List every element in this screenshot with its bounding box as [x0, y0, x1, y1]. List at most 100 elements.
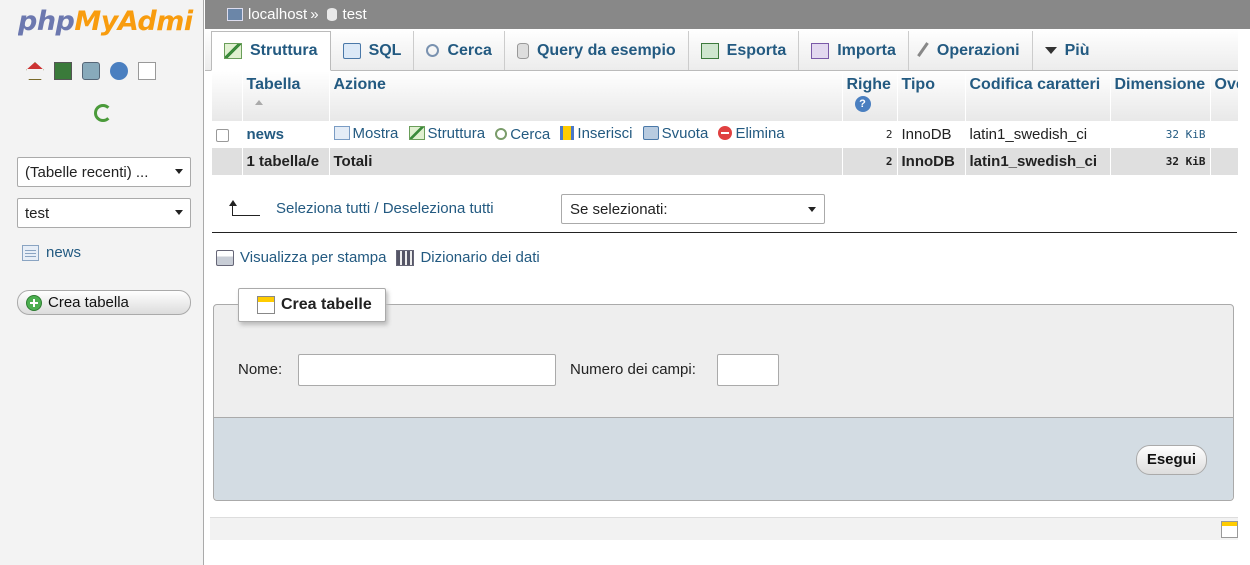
drop-icon: [718, 126, 733, 141]
nav-table-item-news[interactable]: news: [22, 244, 81, 261]
print-view-link[interactable]: Visualizza per stampa: [240, 249, 386, 266]
action-insert[interactable]: Inserisci: [560, 125, 632, 142]
action-structure[interactable]: Struttura: [408, 125, 485, 142]
navigation-panel: phpMyAdmi (Tabelle recenti) ... test new…: [0, 0, 204, 565]
phpmyadmin-logo[interactable]: phpMyAdmi: [18, 2, 204, 42]
action-browse[interactable]: Mostra: [333, 125, 398, 142]
header-tabella[interactable]: Tabella: [242, 71, 330, 121]
table-header-row: Tabella Azione Righe? Tipo Codifica cara…: [212, 71, 1250, 121]
database-select[interactable]: test: [17, 198, 191, 228]
header-codifica[interactable]: Codifica caratteri: [965, 71, 1111, 121]
row-checkbox[interactable]: [216, 128, 229, 142]
reload-icon[interactable]: [94, 104, 112, 122]
totals-type: InnoDB: [897, 148, 966, 175]
create-table-nav-button[interactable]: Crea tabella: [17, 290, 191, 315]
row-actions-cell: Mostra Struttura Cerca Inserisci Svuota …: [329, 121, 843, 148]
new-table-icon: [257, 296, 275, 314]
plus-icon: [26, 294, 42, 311]
recent-tables-select[interactable]: (Tabelle recenti) ...: [17, 157, 191, 187]
structure-icon: [408, 126, 425, 141]
chevron-down-icon: [1044, 47, 1057, 54]
data-dictionary-link[interactable]: Dizionario dei dati: [420, 249, 539, 266]
totals-count: 1 tabella/e: [242, 148, 330, 175]
totals-blank: [212, 148, 243, 175]
tab-operazioni[interactable]: Operazioni: [909, 31, 1033, 70]
row-type: InnoDB: [897, 121, 966, 148]
create-table-footer: Esegui: [214, 417, 1233, 500]
row-name-cell: news: [242, 121, 330, 148]
table-icon: [22, 244, 39, 261]
go-button[interactable]: Esegui: [1135, 445, 1207, 475]
console-icon[interactable]: [1221, 521, 1238, 538]
tab-cerca[interactable]: Cerca: [414, 31, 505, 70]
page-footer: [210, 517, 1240, 540]
multi-select-bar: Seleziona tutti / Deseleziona tutti Se s…: [212, 188, 1237, 233]
create-table-legend: Crea tabelle: [238, 288, 386, 322]
search-icon: [495, 128, 508, 141]
database-icon: [326, 8, 337, 21]
fields-count-input[interactable]: [717, 354, 779, 386]
tab-sql[interactable]: SQL: [331, 31, 415, 70]
action-search[interactable]: Cerca: [495, 126, 550, 143]
breadcrumb: localhost » test: [205, 0, 1250, 29]
action-empty[interactable]: Svuota: [642, 125, 708, 142]
tab-esporta[interactable]: Esporta: [689, 31, 800, 70]
structure-icon: [224, 43, 242, 59]
table-name-link[interactable]: news: [247, 126, 285, 143]
empty-icon: [642, 126, 659, 141]
tab-struttura[interactable]: Struttura: [211, 31, 331, 71]
right-gutter: [1238, 29, 1250, 565]
create-table-fieldset: Nome: Numero dei campi: Esegui Crea tabe…: [213, 288, 1234, 501]
wrench-icon: [917, 41, 933, 60]
breadcrumb-separator: »: [310, 6, 319, 23]
tab-piu[interactable]: Più: [1033, 31, 1102, 70]
dropdown-arrow-icon: [175, 169, 183, 174]
name-label: Nome:: [238, 361, 283, 378]
nav-icon-bar: [26, 62, 156, 80]
row-size[interactable]: 32 KiB: [1110, 121, 1211, 148]
tables-list: Tabella Azione Righe? Tipo Codifica cara…: [212, 71, 1250, 175]
check-all-link[interactable]: Seleziona tutti / Deseleziona tutti: [276, 200, 494, 217]
data-dictionary-icon: [396, 249, 415, 266]
query-icon: [516, 42, 529, 59]
dropdown-arrow-icon: [175, 210, 183, 215]
print-icon: [216, 249, 234, 266]
insert-icon: [560, 126, 575, 141]
tab-bar: Struttura SQL Cerca Query da esempio Esp…: [205, 29, 1250, 71]
totals-rows: 2: [842, 148, 898, 175]
query-window-icon[interactable]: [82, 62, 100, 80]
export-icon: [700, 42, 719, 59]
logout-icon[interactable]: [54, 62, 72, 80]
docs-icon[interactable]: [138, 62, 156, 80]
totals-size: 32 KiB: [1110, 148, 1211, 175]
select-arrow-icon: [228, 200, 260, 216]
fields-count-label: Numero dei campi:: [570, 361, 696, 378]
browse-icon: [333, 126, 350, 141]
action-drop[interactable]: Elimina: [718, 125, 785, 142]
header-azione: Azione: [329, 71, 843, 121]
with-selected-select[interactable]: Se selezionati:: [561, 194, 825, 224]
import-icon: [811, 42, 830, 59]
table-name-input[interactable]: [298, 354, 556, 386]
search-icon: [426, 44, 440, 57]
tab-importa[interactable]: Importa: [799, 31, 909, 70]
home-icon[interactable]: [26, 62, 44, 80]
totals-row: 1 tabella/e Totali 2 InnoDB latin1_swedi…: [212, 148, 1250, 175]
breadcrumb-database[interactable]: test: [343, 6, 367, 23]
print-links: Visualizza per stampa Dizionario dei dat…: [216, 249, 540, 266]
help-icon[interactable]: [110, 62, 128, 80]
row-collation: latin1_swedish_ci: [965, 121, 1111, 148]
sql-icon: [342, 42, 361, 59]
header-checkbox-col: [212, 71, 243, 121]
totals-collation: latin1_swedish_ci: [965, 148, 1111, 175]
row-count: 2: [842, 121, 898, 148]
tab-query-da-esempio[interactable]: Query da esempio: [505, 31, 689, 70]
row-checkbox-cell: [212, 121, 243, 148]
totals-label: Totali: [329, 148, 843, 175]
server-icon: [227, 8, 243, 21]
header-dimensione[interactable]: Dimensione: [1110, 71, 1211, 121]
help-icon[interactable]: ?: [854, 96, 871, 112]
header-righe[interactable]: Righe?: [842, 71, 898, 121]
header-tipo[interactable]: Tipo: [897, 71, 966, 121]
breadcrumb-server[interactable]: localhost: [248, 6, 307, 23]
